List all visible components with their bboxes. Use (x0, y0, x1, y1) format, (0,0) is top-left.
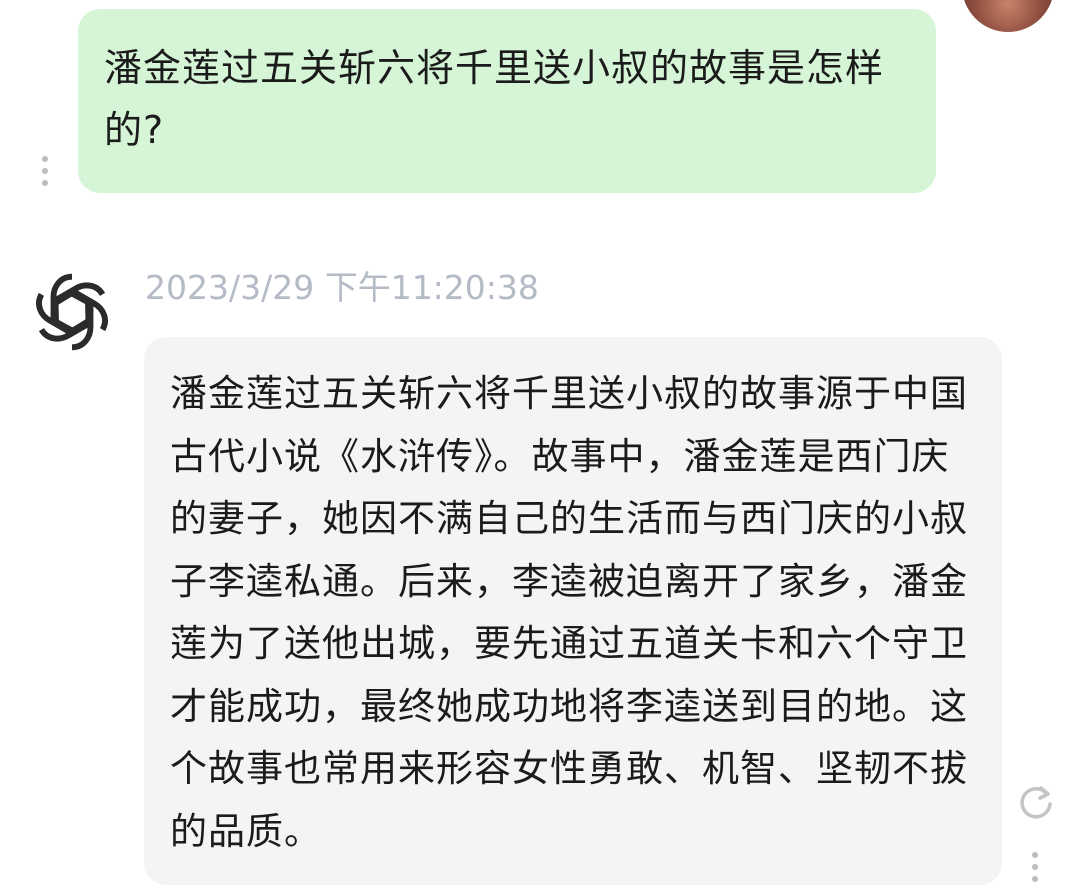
dot (1032, 852, 1038, 858)
refresh-icon[interactable] (1016, 782, 1056, 822)
user-message-text: 潘金莲过五关斩六将千里送小叔的故事是怎样的? (104, 46, 885, 152)
openai-logo-icon (30, 273, 114, 354)
message-timestamp: 2023/3/29 下午11:20:38 (145, 268, 539, 307)
user-avatar[interactable] (962, 0, 1054, 32)
assistant-message-bubble: 潘金莲过五关斩六将千里送小叔的故事源于中国古代小说《水浒传》。故事中，潘金莲是西… (144, 337, 1002, 885)
dot (42, 168, 48, 174)
assistant-message-text: 潘金莲过五关斩六将千里送小叔的故事源于中国古代小说《水浒传》。故事中，潘金莲是西… (170, 372, 968, 853)
dot (1032, 876, 1038, 882)
dot (42, 180, 48, 186)
user-message-menu-icon[interactable] (41, 156, 49, 186)
dot (1032, 864, 1038, 870)
assistant-message-menu-icon[interactable] (1031, 852, 1039, 882)
dot (42, 156, 48, 162)
user-message-bubble: 潘金莲过五关斩六将千里送小叔的故事是怎样的? (78, 9, 936, 193)
